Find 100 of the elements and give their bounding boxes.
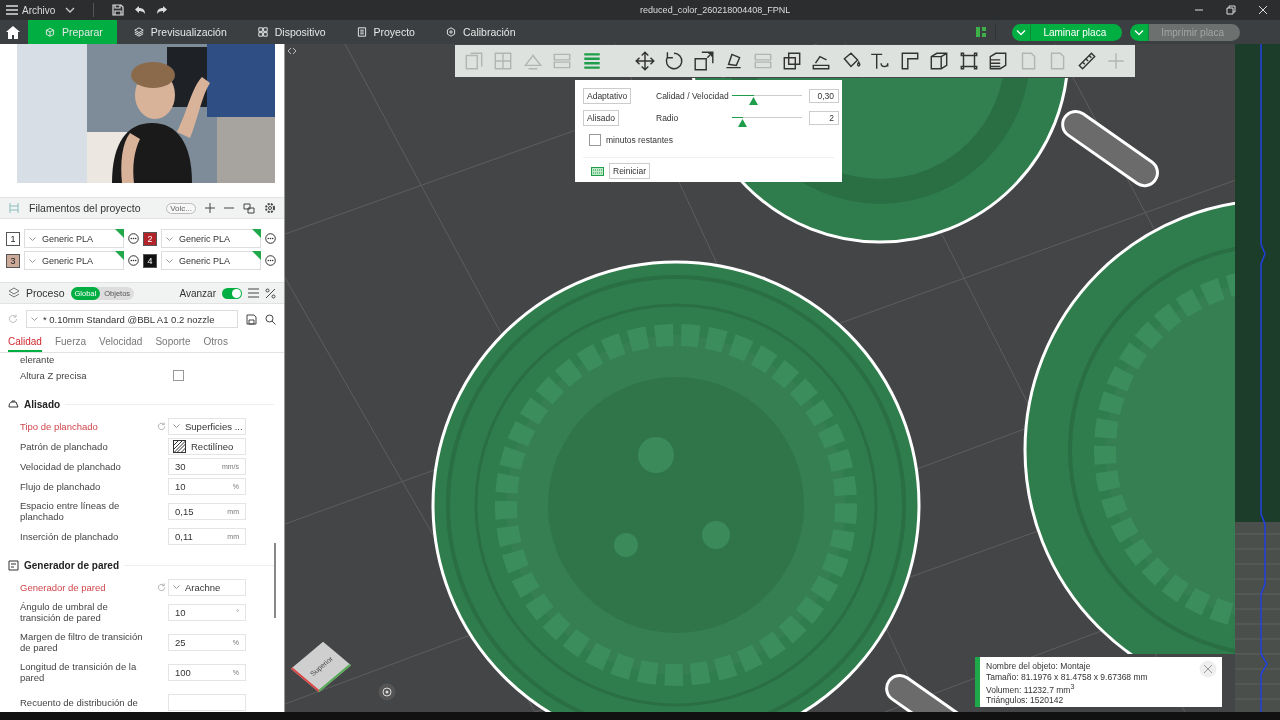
settings-tab[interactable]: Fuerza bbox=[54, 334, 87, 352]
filament-dropdown[interactable]: Generic PLA bbox=[161, 229, 261, 248]
checkbox[interactable] bbox=[589, 134, 601, 146]
filament-number: 4 bbox=[143, 253, 157, 268]
caret-icon bbox=[29, 236, 36, 241]
tab[interactable]: Calibración bbox=[428, 20, 530, 44]
setting-label: Ángulo de umbral de transición de pared bbox=[20, 601, 109, 623]
info-line: Nombre del objeto: Montaje bbox=[986, 661, 1091, 672]
cube-icon bbox=[44, 26, 56, 38]
section-title: Filamentos del proyecto bbox=[29, 202, 142, 214]
setting-label: Velocidad de planchado bbox=[20, 460, 122, 472]
list-icon bbox=[355, 26, 368, 38]
preset-dropdown[interactable]: * 0.10mm Standard @BBL A1 0.2 nozzle bbox=[26, 310, 238, 328]
scale-icon[interactable] bbox=[692, 50, 715, 72]
close-icon[interactable] bbox=[1258, 5, 1268, 15]
plus-icon[interactable] bbox=[205, 203, 215, 213]
caret-icon bbox=[166, 236, 173, 241]
value-field[interactable]: 0,30 bbox=[809, 89, 839, 103]
setting-label: Recuento de distribución de bbox=[20, 696, 139, 708]
caret-icon[interactable] bbox=[65, 7, 76, 13]
redo-icon[interactable] bbox=[156, 5, 169, 15]
slider-thumb[interactable] bbox=[738, 119, 747, 127]
setting-dropdown[interactable]: Rectilíneo bbox=[168, 437, 246, 455]
tab[interactable]: Dispositivo bbox=[240, 20, 340, 44]
toggle-switch[interactable] bbox=[222, 287, 242, 299]
more-icon[interactable] bbox=[265, 255, 276, 266]
mode-button[interactable]: Adaptativo bbox=[583, 88, 632, 104]
reset-button[interactable]: Reiniciar bbox=[609, 163, 651, 179]
tab[interactable]: Previsualización bbox=[116, 20, 241, 44]
settings-tab[interactable]: Calidad bbox=[8, 334, 42, 352]
filament-dropdown[interactable]: Generic PLA bbox=[161, 251, 261, 270]
section-title: Proceso bbox=[26, 287, 65, 299]
layers-icon bbox=[132, 26, 145, 38]
setting-dropdown[interactable]: Superficies ... bbox=[168, 417, 246, 435]
setting-label: Flujo de planchado bbox=[20, 480, 102, 492]
caret-icon bbox=[29, 258, 36, 263]
settings-tab[interactable]: Soporte bbox=[155, 334, 191, 352]
grid-icon bbox=[256, 26, 269, 38]
corner-mark-icon bbox=[115, 251, 124, 260]
restore-icon[interactable] bbox=[1226, 5, 1236, 15]
move-icon[interactable] bbox=[633, 50, 656, 72]
caret-icon[interactable] bbox=[1130, 23, 1150, 41]
settings-tab[interactable]: Otros bbox=[203, 334, 228, 352]
setting-label: Tipo de planchado bbox=[20, 420, 99, 432]
filament-dropdown[interactable]: Generic PLA bbox=[24, 251, 124, 270]
overlap-icon[interactable] bbox=[781, 50, 803, 72]
settings-icon[interactable] bbox=[264, 202, 276, 214]
more-icon[interactable] bbox=[128, 255, 139, 266]
info-line: Tamaño: 81.1976 x 81.4758 x 9.67368 mm bbox=[986, 671, 1148, 682]
setting-label: Inserción de planchado bbox=[20, 530, 120, 542]
value-field[interactable]: 2 bbox=[809, 111, 839, 125]
panel-icon[interactable] bbox=[975, 26, 988, 38]
info-line: Triángulos: 1520142 bbox=[986, 695, 1064, 706]
setting-label: elerante bbox=[20, 354, 56, 365]
hatch-icon bbox=[173, 439, 186, 453]
caret-icon bbox=[166, 258, 173, 263]
save-icon[interactable] bbox=[246, 313, 257, 325]
home-icon[interactable] bbox=[6, 25, 20, 39]
setting-label: Longitud de transición de la pared bbox=[20, 661, 138, 683]
corner-mark-icon bbox=[115, 229, 124, 238]
corner-mark-icon bbox=[252, 229, 261, 238]
slider-label: Radio bbox=[656, 113, 679, 123]
file-menu[interactable]: Archivo bbox=[6, 4, 56, 16]
more-icon[interactable] bbox=[265, 233, 276, 244]
camera-icon[interactable] bbox=[378, 683, 396, 701]
advanced-label: Avanzar bbox=[179, 287, 216, 299]
scrollbar[interactable] bbox=[274, 543, 276, 618]
slider-label: Calidad / Velocidad bbox=[656, 91, 729, 101]
setting-dropdown[interactable]: Arachne bbox=[168, 578, 246, 596]
corner-mark-icon bbox=[252, 251, 261, 260]
layer-slider-drawing[interactable] bbox=[1235, 44, 1280, 712]
undo-icon[interactable] bbox=[134, 5, 147, 15]
settings-tab[interactable]: Velocidad bbox=[99, 334, 143, 352]
filament-dropdown[interactable]: Generic PLA bbox=[24, 229, 124, 248]
caret-icon[interactable] bbox=[1012, 23, 1032, 41]
checkbox[interactable] bbox=[173, 369, 184, 381]
filament-number: 3 bbox=[6, 253, 20, 268]
window-title: reduced_color_260218004408_FPNL bbox=[639, 5, 792, 15]
search-icon[interactable] bbox=[265, 313, 276, 325]
setting-label: Generador de pared bbox=[20, 581, 107, 593]
ruler-icon[interactable] bbox=[1075, 50, 1098, 72]
setting-label: Altura Z precisa bbox=[20, 369, 88, 381]
number-field[interactable] bbox=[168, 693, 246, 711]
percent-icon[interactable] bbox=[265, 287, 276, 299]
slider-thumb[interactable] bbox=[749, 97, 759, 105]
collapse-icon[interactable] bbox=[287, 47, 297, 55]
more-icon[interactable] bbox=[128, 233, 139, 244]
spool-icon bbox=[8, 202, 20, 214]
menu-icon bbox=[6, 5, 18, 15]
tab[interactable]: Proyecto bbox=[339, 20, 429, 44]
caret-icon bbox=[173, 424, 180, 428]
section-title: Alisado bbox=[24, 398, 61, 410]
info-line: Volumen: 11232.7 mm$^{3}$ bbox=[986, 682, 1075, 696]
section-title: Generador de pared bbox=[24, 559, 120, 571]
mode-button[interactable]: Alisado bbox=[583, 110, 619, 126]
vendor-tag[interactable]: Volc... bbox=[166, 202, 196, 214]
setting-label: Espacio entre líneas de planchado bbox=[20, 500, 121, 522]
checkbox-label: minutos restantes bbox=[606, 135, 674, 145]
layers-icon bbox=[8, 287, 20, 299]
keyboard-icon[interactable] bbox=[591, 166, 604, 176]
